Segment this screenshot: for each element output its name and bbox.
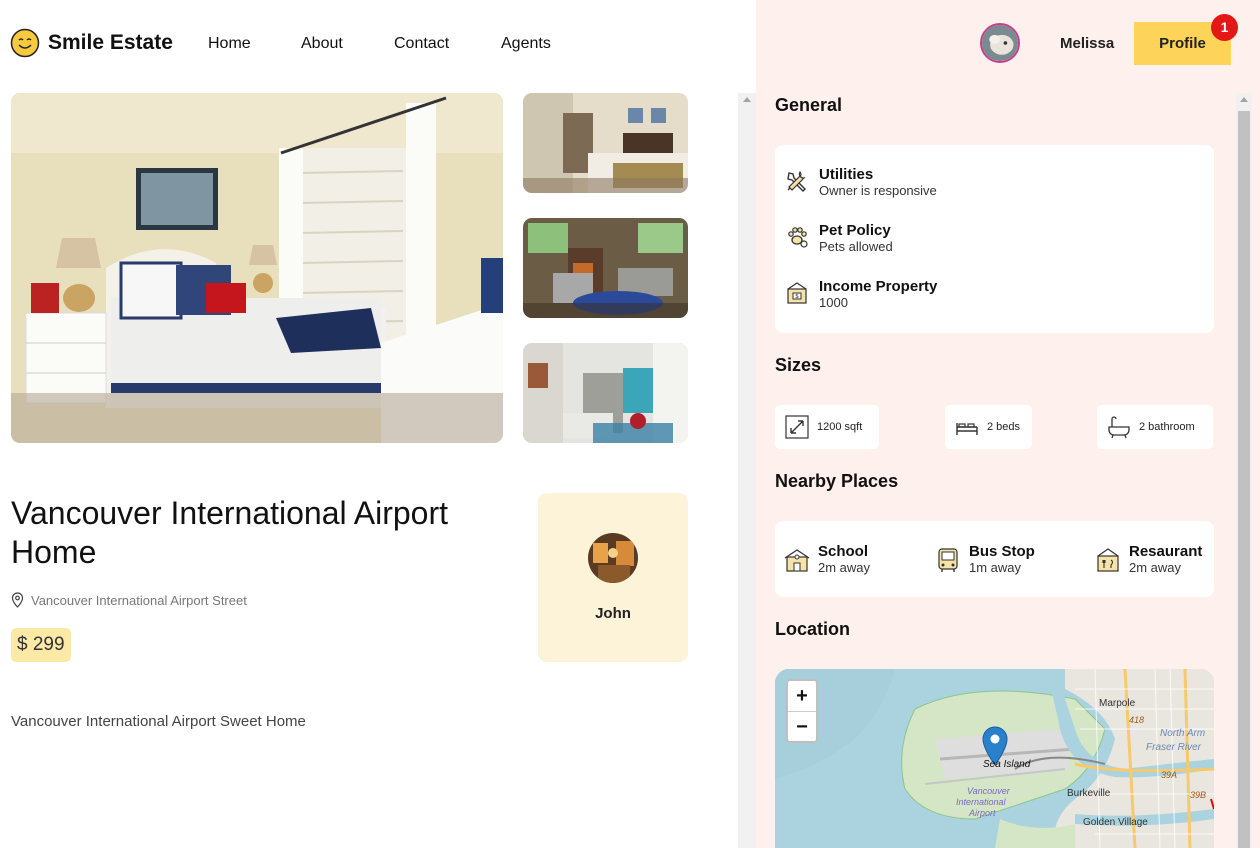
nav-about[interactable]: About [301,35,343,53]
listing-address: Vancouver International Airport Street [11,592,247,608]
income-property-icon: $ [787,282,807,304]
user-avatar[interactable] [980,23,1020,63]
nearby-title: Bus Stop [969,543,1035,560]
info-value: Owner is responsive [819,183,937,198]
nearby-heading: Nearby Places [775,471,899,491]
info-value: Pets allowed [819,239,893,254]
bed-icon [956,423,978,435]
map-label: 39A [1161,770,1178,780]
nearby-school: School 2m away [784,543,870,576]
scroll-up-icon[interactable] [743,97,751,102]
general-item-income-property: $ Income Property 1000 [785,278,937,311]
details-panel: Melissa Profile 1 General Utilities Owne… [738,0,1260,848]
info-title: Utilities [819,166,874,183]
nearby-distance: 2m away [1129,560,1182,575]
zoom-out-button[interactable]: − [788,711,816,741]
info-title: Pet Policy [819,222,891,239]
school-icon [784,548,810,572]
thumbnail-photo-1[interactable] [523,93,688,193]
map-label: Fraser River [1146,742,1202,753]
size-value: 2 beds [987,421,1021,433]
map-label: Marpole [1099,698,1136,709]
right-scrollbar[interactable] [1236,93,1252,848]
main-photo[interactable] [11,93,503,443]
listing-column: Smile Estate Home About Contact Agents V… [0,0,756,848]
location-map[interactable]: + − Marpole North Arm Fraser River Sea I… [775,669,1214,848]
nearby-title: Resaurant [1129,543,1203,560]
expand-icon [785,415,809,439]
notification-badge: 1 [1211,14,1238,41]
listing-description: Vancouver International Airport Sweet Ho… [11,713,306,730]
info-value: 1000 [819,295,848,310]
brand-logo[interactable]: Smile Estate [10,28,173,58]
thumbnail-photo-2[interactable] [523,218,688,318]
info-title: Income Property [819,278,938,295]
user-name[interactable]: Melissa [1060,35,1114,52]
agent-name: John [595,605,631,622]
map-label: 418 [1129,715,1145,725]
nearby-title: School [818,543,869,560]
size-bathrooms: 2 bathroom [1097,405,1213,449]
sizes-heading: Sizes [775,355,822,375]
agent-avatar [588,533,638,583]
nearby-distance: 2m away [818,560,871,575]
nav-contact[interactable]: Contact [394,35,449,53]
svg-text:$: $ [795,293,799,300]
address-text: Vancouver International Airport Street [31,592,247,608]
nav-agents[interactable]: Agents [501,35,551,53]
location-heading: Location [775,619,850,639]
size-beds: 2 beds [945,405,1032,449]
general-heading: General [775,95,843,115]
map-label: North Arm [1160,728,1206,739]
scroll-up-icon[interactable] [1240,97,1248,102]
left-scrollbar[interactable] [738,93,756,848]
thumbnail-photo-3[interactable] [523,343,688,443]
map-label: Burkeville [1067,788,1111,799]
zoom-in-button[interactable]: + [788,681,816,711]
listing-price: $ 299 [11,628,71,662]
scrollbar-thumb[interactable] [1238,111,1250,848]
nearby-distance: 1m away [969,560,1022,575]
nearby-bus-stop: Bus Stop 1m away [935,543,1035,576]
map-label: Golden Village [1083,817,1148,828]
brand-name: Smile Estate [48,31,173,54]
smile-icon [10,28,40,58]
size-value: 1200 sqft [817,421,863,433]
size-area: 1200 sqft [775,405,879,449]
tools-icon [787,170,806,192]
map-zoom-control: + − [786,679,818,743]
general-item-utilities: Utilities Owner is responsive [785,166,937,199]
size-value: 2 bathroom [1139,421,1195,433]
bus-icon [938,547,958,572]
map-label: 39B [1190,790,1207,800]
nearby-restaurant: Resaurant 2m away [1095,543,1202,576]
restaurant-icon [1097,547,1119,572]
listing-title: Vancouver International Airport Home [11,495,448,570]
paw-icon [788,227,808,248]
agent-card[interactable]: John [538,493,688,662]
bathtub-icon [1108,416,1130,439]
general-item-pet-policy: Pet Policy Pets allowed [785,222,893,255]
map-label: Airport [969,808,996,818]
map-label: International [956,797,1006,807]
map-label: Sea Island [983,759,1031,770]
general-card: Utilities Owner is responsive Pet Policy… [775,145,1214,333]
map-label: Vancouver [967,786,1010,796]
location-pin-icon [11,592,24,608]
nav-home[interactable]: Home [208,35,251,53]
